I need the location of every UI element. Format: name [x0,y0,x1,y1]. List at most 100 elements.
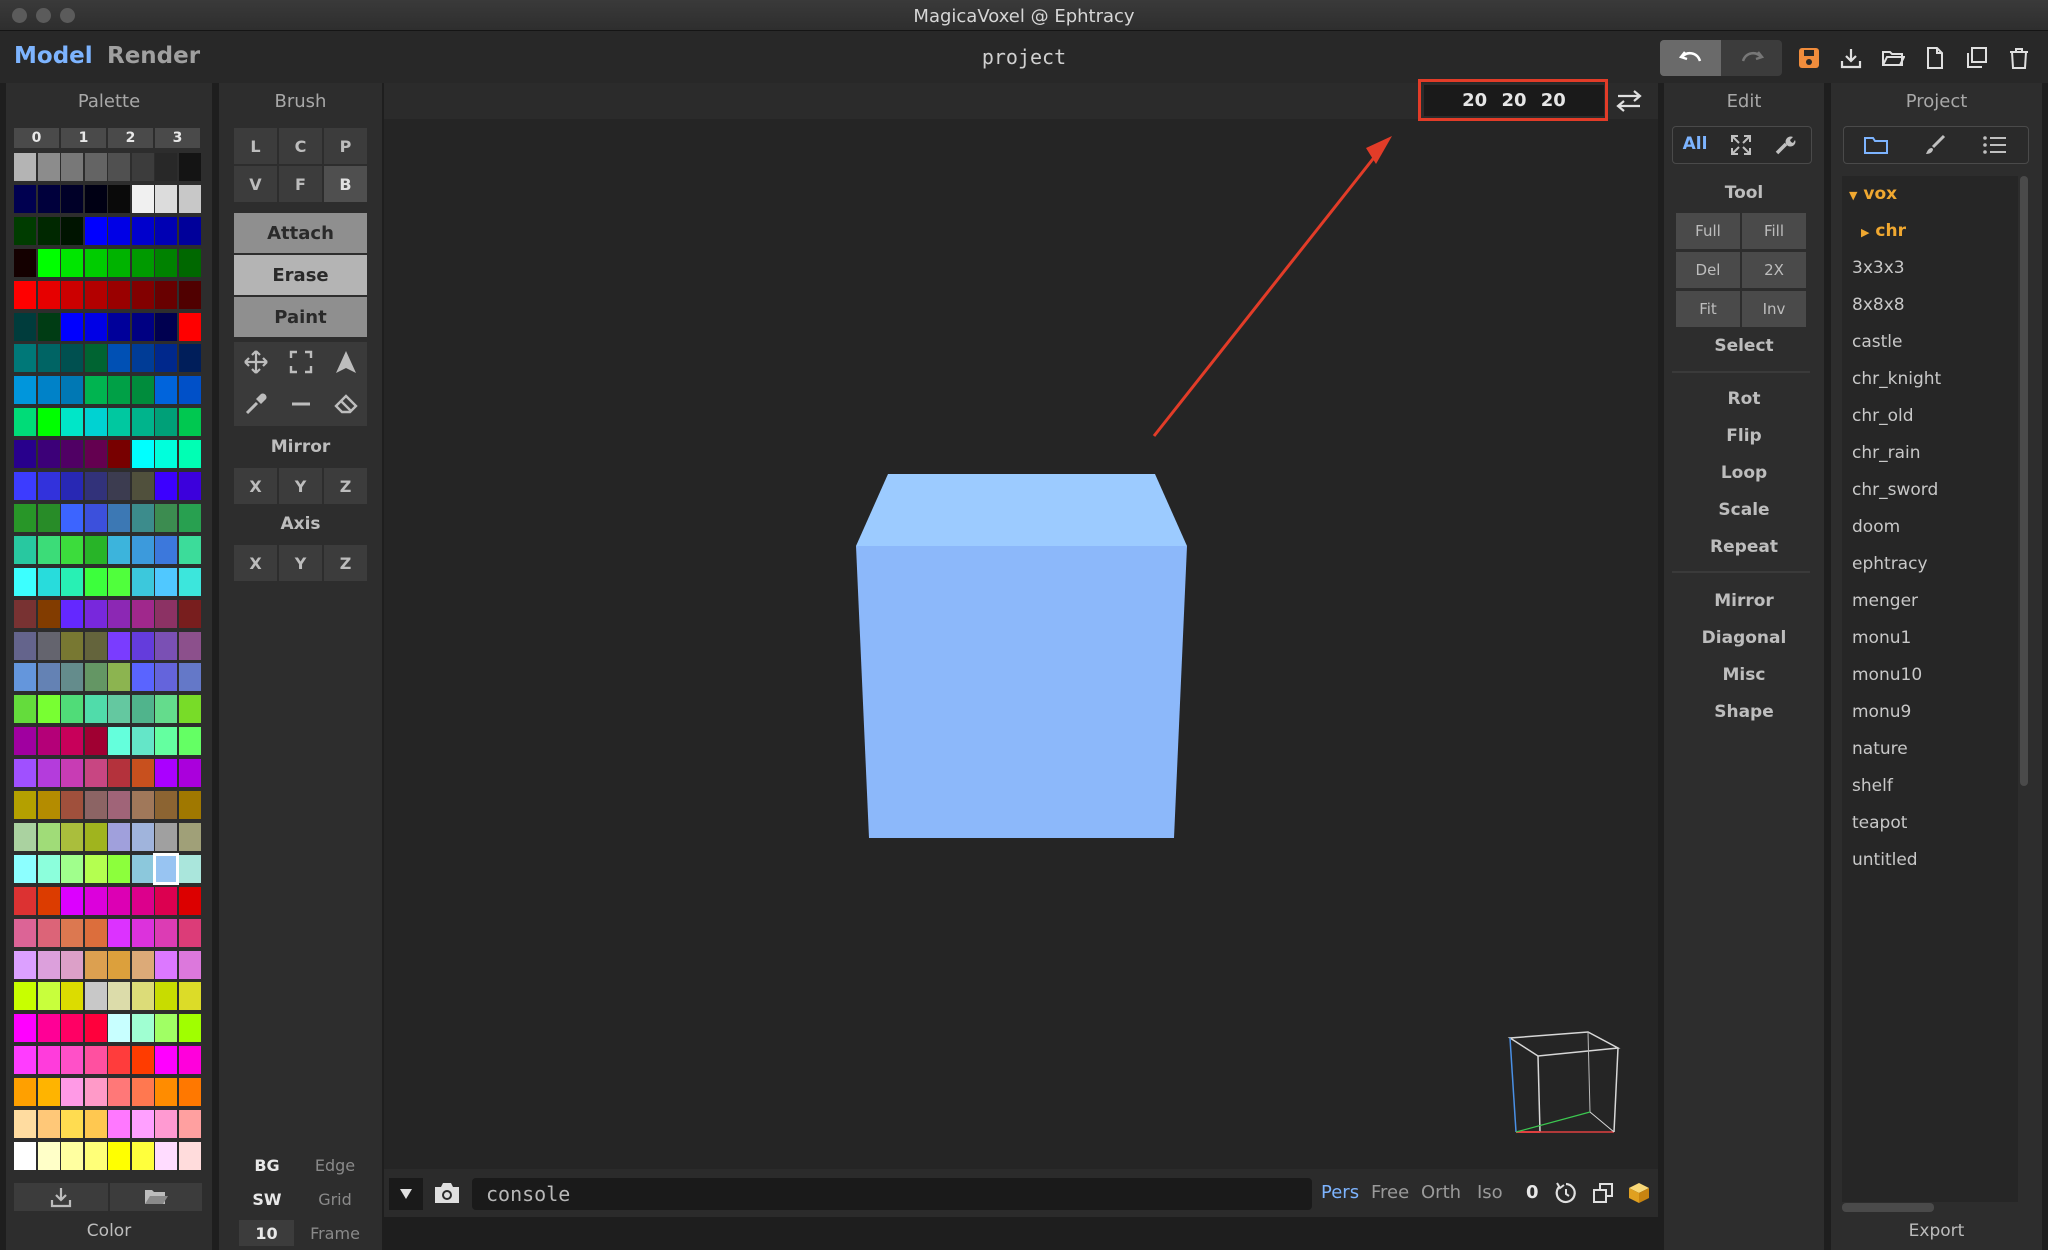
palette-swatch[interactable] [155,472,177,500]
grid-button[interactable]: Grid [302,1183,368,1215]
palette-swatch[interactable] [131,1110,154,1138]
project-item[interactable]: 8x8x8 [1852,295,1905,315]
palette-swatch[interactable] [84,503,107,532]
palette-swatch[interactable] [108,1046,130,1075]
palette-swatch[interactable] [131,153,154,181]
palette-swatch[interactable] [178,535,201,564]
project-item[interactable]: nature [1852,739,1908,759]
select-button[interactable]: Select [1664,336,1824,356]
palette-swatch[interactable] [108,791,130,819]
save-icon[interactable] [1797,46,1821,70]
brush-shape-V[interactable]: V [234,166,277,202]
palette-swatch[interactable] [131,440,154,469]
palette-swatch[interactable] [178,727,201,756]
palette-swatch[interactable] [178,695,201,724]
bg-button[interactable]: BG [234,1149,300,1181]
palette-swatch[interactable] [37,695,60,724]
frame-value[interactable]: 10 [239,1220,294,1246]
palette-swatch[interactable] [61,886,83,915]
palette-swatch[interactable] [37,280,60,309]
palette-swatch[interactable] [178,248,201,277]
palette-swatch[interactable] [84,408,107,437]
palette-swatch[interactable] [37,1110,60,1138]
palette-swatch[interactable] [155,822,177,851]
reset-view-icon[interactable] [1554,1181,1578,1205]
duplicate-icon[interactable] [1965,46,1989,70]
palette-swatch[interactable] [84,344,107,373]
palette-swatch[interactable] [155,982,177,1011]
palette-swatch[interactable] [108,727,130,756]
palette-swatch[interactable] [14,248,36,277]
palette-swatch[interactable] [131,280,154,309]
edit-diagonal-button[interactable]: Diagonal [1664,628,1824,648]
palette-swatch[interactable] [14,1141,36,1170]
palette-swatch[interactable] [178,184,201,213]
edit-flip-button[interactable]: Flip [1664,426,1824,446]
palette-swatch[interactable] [131,312,154,341]
palette-swatch[interactable] [155,1110,177,1138]
palette-swatch[interactable] [178,312,201,341]
palette-import-button[interactable] [14,1183,108,1211]
palette-swatch[interactable] [131,822,154,851]
axis-x-button[interactable]: X [234,545,277,581]
palette-tab-1[interactable]: 1 [61,128,106,148]
palette-swatch[interactable] [84,153,107,181]
palette-swatch[interactable] [14,376,36,405]
palette-swatch[interactable] [37,1078,60,1107]
palette-swatch[interactable] [155,1014,177,1043]
palette-swatch[interactable] [131,408,154,437]
project-item[interactable]: teapot [1852,813,1907,833]
palette-swatch[interactable] [84,1014,107,1043]
palette-swatch[interactable] [37,727,60,756]
palette-swatch[interactable] [178,216,201,245]
palette-swatch[interactable] [178,1141,201,1170]
palette-swatch[interactable] [14,184,36,213]
arrow-up-icon[interactable] [333,349,359,375]
project-item[interactable]: castle [1852,332,1902,352]
axis-z-button[interactable]: Z [324,545,367,581]
palette-swatch[interactable] [14,1014,36,1043]
palette-swatch[interactable] [37,1046,60,1075]
palette-swatch[interactable] [155,440,177,469]
palette-swatch[interactable] [108,535,130,564]
palette-swatch[interactable] [84,472,107,500]
palette-swatch[interactable] [131,503,154,532]
palette-swatch[interactable] [61,663,83,692]
palette-swatch[interactable] [84,535,107,564]
palette-swatch[interactable] [37,153,60,181]
palette-swatch[interactable] [178,822,201,851]
wrench-icon[interactable] [1773,133,1797,157]
palette-swatch[interactable] [37,759,60,788]
palette-swatch[interactable] [14,472,36,500]
palette-swatch[interactable] [61,791,83,819]
palette-swatch[interactable] [178,854,201,883]
palette-swatch[interactable] [155,599,177,628]
palette-swatch[interactable] [61,1046,83,1075]
palette-swatch[interactable] [37,535,60,564]
palette-swatch[interactable] [108,440,130,469]
palette-swatch[interactable] [61,248,83,277]
palette-swatch[interactable] [131,535,154,564]
palette-swatch[interactable] [14,695,36,724]
palette-swatch[interactable] [84,982,107,1011]
project-item[interactable]: chr_rain [1852,443,1921,463]
edit-mirror-button[interactable]: Mirror [1664,591,1824,611]
palette-swatch[interactable] [108,822,130,851]
undo-button[interactable] [1660,40,1721,76]
edge-button[interactable]: Edge [302,1149,368,1181]
voxel-box-icon[interactable] [1627,1181,1651,1205]
palette-tab-0[interactable]: 0 [14,128,59,148]
swap-icon[interactable] [1612,88,1646,114]
palette-swatch[interactable] [14,822,36,851]
palette-swatch[interactable] [84,759,107,788]
axis-y-button[interactable]: Y [279,545,322,581]
palette-swatch[interactable] [131,1014,154,1043]
palette-swatch[interactable] [178,440,201,469]
palette-swatch[interactable] [37,567,60,596]
palette-swatch[interactable] [61,153,83,181]
palette-swatch[interactable] [14,950,36,979]
palette-swatch[interactable] [178,950,201,979]
brush-shape-L[interactable]: L [234,128,277,164]
palette-swatch[interactable] [37,854,60,883]
palette-swatch[interactable] [14,663,36,692]
